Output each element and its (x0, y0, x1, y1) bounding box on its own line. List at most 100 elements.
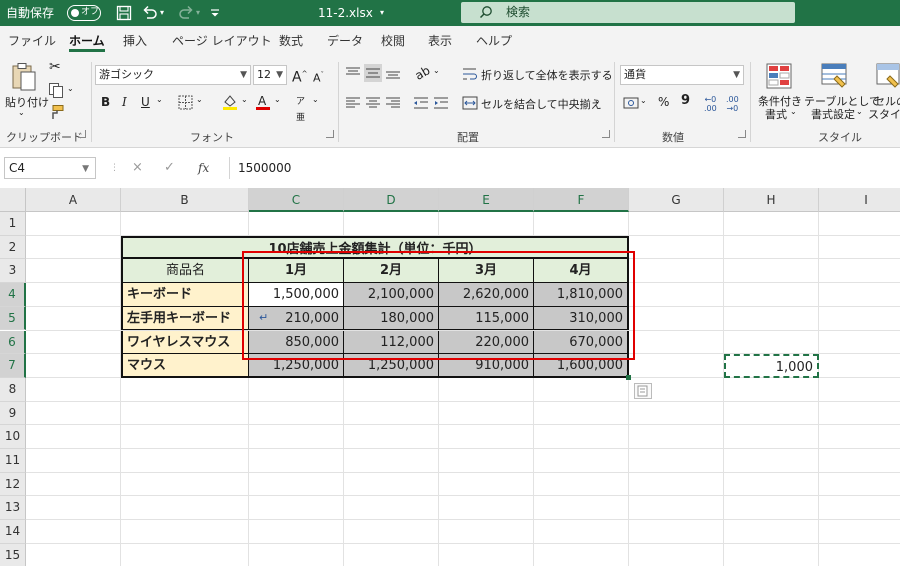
accounting-format-icon[interactable] (623, 96, 639, 110)
undo-dropdown-icon[interactable]: ▾ (160, 0, 164, 26)
value-cell[interactable]: 850,000 (249, 330, 344, 355)
font-name-select[interactable]: 游ゴシック ▼ (95, 65, 251, 85)
column-header-c[interactable]: C (249, 188, 344, 212)
orientation-dropdown-icon[interactable]: ⌄ (433, 66, 440, 75)
increase-decimal-icon[interactable]: ←0.00 (704, 95, 717, 113)
row-header-5[interactable]: 5 (0, 306, 26, 331)
header-month[interactable]: 1月 (249, 259, 344, 284)
row-header-11[interactable]: 11 (0, 449, 26, 473)
conditional-format-icon[interactable] (766, 63, 792, 89)
font-color-icon[interactable]: A (254, 93, 272, 111)
row-header-7[interactable]: 7 (0, 354, 26, 378)
tab-page-layout[interactable]: ページ レイアウト (172, 26, 272, 56)
worksheet-grid[interactable]: 10店舗売上金額集計（単位：千円） 商品名 1月 2月 3月 4月 キーボード 1,500,0… (0, 188, 900, 566)
header-month[interactable]: 4月 (534, 259, 629, 284)
cancel-icon[interactable]: × (132, 157, 143, 179)
row-header-8[interactable]: 8 (0, 377, 26, 402)
conditional-format-dropdown-icon[interactable]: ⌄ (790, 107, 797, 116)
header-month[interactable]: 2月 (344, 259, 439, 284)
tab-formulas[interactable]: 数式 (279, 26, 303, 56)
align-right-icon[interactable] (385, 96, 401, 110)
value-cell[interactable]: 1,250,000 (249, 354, 344, 378)
value-cell[interactable]: 1,810,000 (534, 283, 629, 307)
value-cell[interactable]: 1,250,000 (344, 354, 439, 378)
value-cell[interactable]: 1,600,000 (534, 354, 629, 378)
percent-button[interactable]: % (658, 94, 669, 110)
value-cell[interactable]: 2,100,000 (344, 283, 439, 307)
column-header-i[interactable]: I (819, 188, 900, 212)
borders-dropdown-icon[interactable]: ⌄ (196, 95, 203, 104)
bold-button[interactable]: B (101, 94, 110, 110)
tab-view[interactable]: 表示 (428, 26, 452, 56)
cell-styles-icon[interactable] (876, 63, 900, 89)
clipboard-launcher-icon[interactable] (78, 130, 86, 138)
column-header-e[interactable]: E (439, 188, 534, 212)
value-cell[interactable]: 2,620,000 (439, 283, 534, 307)
insert-function-button[interactable]: fx (198, 157, 209, 179)
row-header-14[interactable]: 14 (0, 520, 26, 544)
format-as-table-dropdown-icon[interactable]: ⌄ (856, 107, 863, 116)
redo-dropdown-icon[interactable]: ▾ (196, 0, 200, 26)
comma-style-button[interactable]: 9 (681, 93, 690, 109)
autosave-toggle[interactable]: オフ (67, 5, 101, 21)
value-cell[interactable]: 310,000 (534, 306, 629, 331)
wrap-text-button[interactable]: 折り返して全体を表示する (481, 67, 613, 83)
copy-icon[interactable] (48, 82, 64, 98)
paste-dropdown-icon[interactable]: ⌄ (18, 108, 25, 117)
row-header-2[interactable]: 2 (0, 235, 26, 260)
decrease-indent-icon[interactable] (413, 96, 429, 110)
shrink-font-icon[interactable]: Aˇ (313, 67, 324, 87)
product-name[interactable]: ワイヤレスマウス (121, 330, 249, 355)
value-cell[interactable]: 112,000 (344, 330, 439, 355)
select-all-corner[interactable] (0, 188, 26, 212)
value-cell[interactable]: 910,000 (439, 354, 534, 378)
column-header-g[interactable]: G (629, 188, 724, 212)
column-header-f[interactable]: F (534, 188, 629, 212)
enter-icon[interactable]: ✓ (164, 157, 175, 179)
row-header-10[interactable]: 10 (0, 425, 26, 449)
borders-icon[interactable] (178, 95, 193, 110)
column-header-h[interactable]: H (724, 188, 819, 212)
row-header-9[interactable]: 9 (0, 401, 26, 426)
font-size-select[interactable]: 12 ▼ (253, 65, 287, 85)
paste-options-icon[interactable] (634, 382, 652, 399)
header-month[interactable]: 3月 (439, 259, 534, 284)
number-launcher-icon[interactable] (738, 130, 746, 138)
value-cell[interactable]: 180,000 (344, 306, 439, 331)
italic-button[interactable]: I (122, 94, 127, 110)
align-middle-icon[interactable] (364, 64, 382, 82)
fill-color-icon[interactable] (221, 93, 239, 111)
merge-center-icon[interactable] (462, 96, 478, 110)
row-header-13[interactable]: 13 (0, 496, 26, 521)
row-header-15[interactable]: 15 (0, 543, 26, 566)
align-top-icon[interactable] (345, 66, 361, 80)
grow-font-icon[interactable]: A^ (292, 66, 307, 86)
paste-label[interactable]: 貼り付け (5, 94, 49, 110)
table-title[interactable]: 10店舗売上金額集計（単位：千円） (121, 235, 629, 260)
paste-icon[interactable] (11, 62, 37, 92)
row-header-4[interactable]: 4 (0, 283, 26, 307)
phonetic-dropdown-icon[interactable]: ⌄ (312, 95, 319, 104)
redo-icon[interactable] (177, 4, 195, 22)
fill-handle[interactable] (626, 374, 631, 380)
align-left-icon[interactable] (345, 96, 361, 110)
name-box[interactable]: C4 ▼ (4, 157, 96, 179)
tab-review[interactable]: 校閲 (381, 26, 405, 56)
font-launcher-icon[interactable] (326, 130, 334, 138)
increase-indent-icon[interactable] (433, 96, 449, 110)
product-name[interactable]: マウス (121, 354, 249, 378)
column-header-a[interactable]: A (26, 188, 121, 212)
column-header-d[interactable]: D (344, 188, 439, 212)
format-as-table-icon[interactable] (821, 63, 847, 89)
product-name[interactable]: キーボード (121, 283, 249, 307)
decrease-decimal-icon[interactable]: .00 →0 (726, 95, 739, 113)
copy-dropdown-icon[interactable]: ⌄ (67, 84, 74, 93)
orientation-icon[interactable]: ab (412, 62, 433, 83)
merge-center-button[interactable]: セルを結合して中央揃え (481, 96, 602, 112)
row-header-3[interactable]: 3 (0, 259, 26, 284)
search-box[interactable]: 検索 (461, 2, 795, 23)
value-cell[interactable]: 220,000 (439, 330, 534, 355)
formula-input[interactable]: 1500000 (229, 157, 900, 179)
fill-color-dropdown-icon[interactable]: ⌄ (241, 95, 248, 104)
wrap-text-icon[interactable] (462, 66, 478, 82)
